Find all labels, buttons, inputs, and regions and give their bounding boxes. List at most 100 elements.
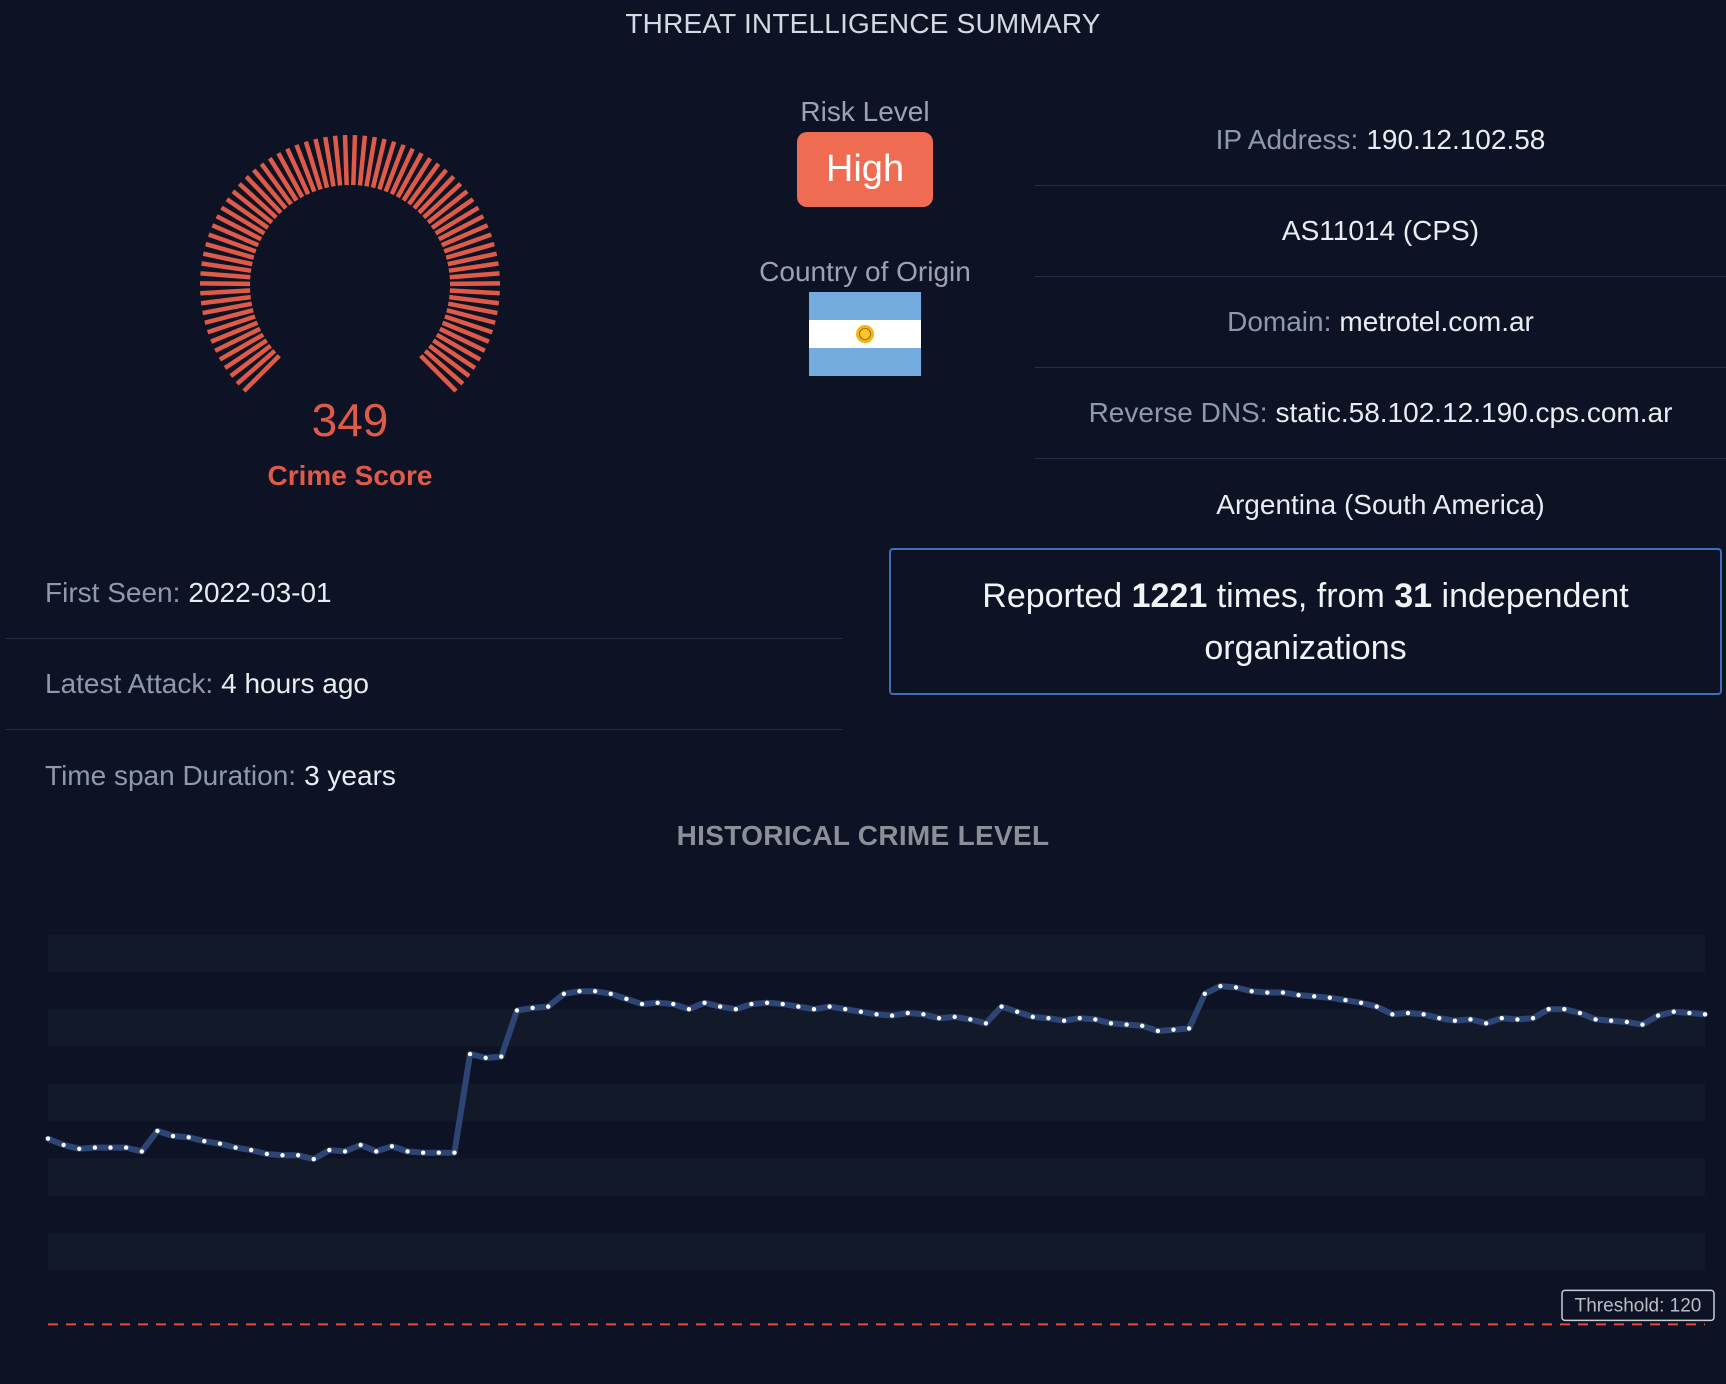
data-point (1687, 1010, 1692, 1016)
gauge-tick (342, 135, 349, 186)
data-point (1390, 1012, 1395, 1017)
threshold-tag: Threshold: 120 (1561, 1289, 1715, 1322)
gauge-tick (357, 135, 368, 186)
reverse-dns-label: Reverse DNS: (1088, 397, 1268, 428)
data-point (1233, 985, 1239, 990)
data-point (436, 1150, 442, 1155)
data-point (717, 1004, 723, 1009)
report-summary-text: Reported 1221 times, from 31 independent… (951, 570, 1660, 674)
data-point (780, 1001, 785, 1007)
chart-grid-bands (48, 934, 1705, 1270)
ip-address-row: IP Address: 190.12.102.58 (1035, 95, 1726, 186)
report-org-count: 31 (1394, 576, 1433, 615)
data-point (108, 1145, 113, 1150)
report-mid: times, from (1216, 576, 1385, 615)
gauge-tick (449, 271, 500, 280)
data-point (671, 1001, 676, 1007)
argentina-flag-icon (809, 292, 921, 376)
data-point (546, 1004, 551, 1009)
data-point (921, 1012, 926, 1017)
data-point (1296, 992, 1301, 998)
historical-crime-chart: Threshold: 120 (45, 934, 1715, 1326)
data-point (1202, 991, 1207, 997)
data-point (514, 1008, 520, 1013)
grid-band (48, 1158, 1705, 1196)
first-seen-label: First Seen: (45, 577, 181, 608)
time-span-row: Time span Duration: 3 years (6, 730, 842, 821)
data-point (483, 1055, 488, 1061)
data-point (1030, 1014, 1036, 1020)
data-point (1421, 1012, 1426, 1017)
data-point (1093, 1017, 1098, 1022)
data-point (233, 1145, 238, 1150)
data-point (1530, 1015, 1536, 1021)
data-point (530, 1005, 535, 1011)
data-point (952, 1014, 957, 1020)
data-point (123, 1145, 129, 1150)
gauge-tick (199, 281, 251, 287)
ip-address-value: 190.12.102.58 (1366, 124, 1546, 155)
grid-band (48, 1083, 1705, 1121)
data-point (452, 1150, 457, 1155)
data-point (1280, 990, 1286, 995)
data-point (280, 1153, 285, 1158)
data-point (92, 1145, 98, 1150)
data-point (1562, 1006, 1567, 1012)
data-point (827, 1004, 832, 1009)
data-point (702, 1000, 707, 1005)
risk-level-title: Risk Level (800, 96, 930, 127)
network-info-list: IP Address: 190.12.102.58 AS11014 (CPS) … (1035, 95, 1726, 550)
latest-attack-row: Latest Attack: 4 hours ago (6, 639, 842, 730)
data-point (686, 1006, 692, 1012)
page-title: THREAT INTELLIGENCE SUMMARY (625, 8, 1101, 39)
data-point (217, 1141, 223, 1146)
country-title: Country of Origin (759, 256, 971, 287)
location-row: Argentina (South America) (1035, 459, 1726, 550)
latest-attack-label: Latest Attack: (45, 668, 214, 699)
domain-value: metrotel.com.ar (1339, 306, 1534, 337)
data-point (1702, 1012, 1708, 1017)
data-point (936, 1015, 942, 1021)
data-point (374, 1149, 379, 1154)
data-point (1108, 1021, 1114, 1026)
gauge-tick (200, 271, 251, 280)
data-point (1014, 1009, 1020, 1014)
data-point (358, 1142, 363, 1148)
data-point (1124, 1022, 1129, 1027)
data-point (1640, 1022, 1645, 1027)
data-point (1077, 1015, 1082, 1021)
ip-address-label: IP Address: (1215, 124, 1359, 155)
timeline-list: First Seen: 2022-03-01 Latest Attack: 4 … (6, 548, 842, 821)
data-point (608, 991, 613, 997)
data-point (1186, 1026, 1192, 1031)
data-point (577, 989, 582, 994)
data-point (1327, 995, 1333, 1000)
data-point (1155, 1028, 1161, 1034)
gauge-arc (199, 135, 501, 393)
risk-level-badge: High (797, 132, 933, 207)
data-point (1655, 1013, 1661, 1018)
reverse-dns-row: Reverse DNS: static.58.102.12.190.cps.co… (1035, 368, 1726, 459)
data-point (1577, 1010, 1583, 1016)
asn-value: AS11014 (CPS) (1281, 215, 1480, 246)
data-point (249, 1147, 254, 1153)
data-point (1171, 1027, 1176, 1032)
data-point (467, 1051, 473, 1057)
data-point (389, 1144, 395, 1149)
report-prefix: Reported (982, 576, 1123, 615)
data-point (1609, 1018, 1614, 1023)
crime-score-value: 349 (311, 394, 389, 446)
threshold-tag-text: Threshold: 120 (1575, 1295, 1702, 1316)
gauge-tick (449, 288, 500, 296)
data-point (342, 1149, 348, 1154)
data-point (264, 1151, 270, 1157)
grid-band (48, 1232, 1705, 1270)
data-point (999, 1004, 1004, 1009)
report-count: 1221 (1131, 576, 1208, 615)
data-point (1405, 1010, 1411, 1016)
data-point (764, 1000, 770, 1005)
data-point (1265, 990, 1270, 995)
data-point (186, 1135, 191, 1140)
data-point (796, 1004, 801, 1009)
data-point (295, 1153, 301, 1158)
